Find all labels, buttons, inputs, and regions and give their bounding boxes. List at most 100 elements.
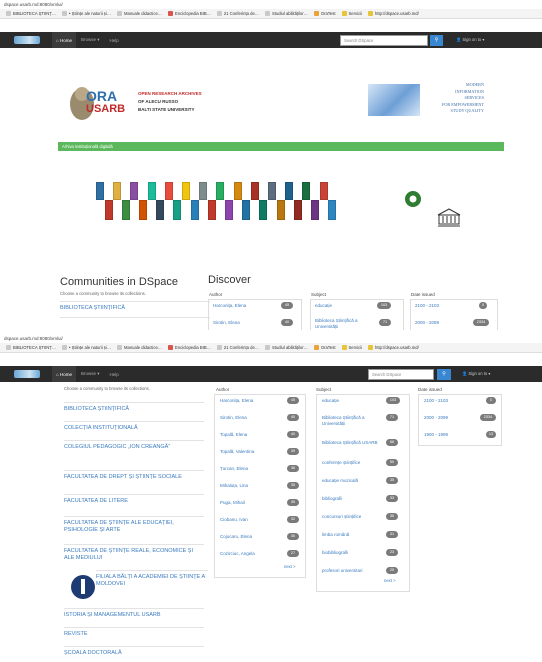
author-facet-item[interactable]: Cozirciuc, Angela [220,551,255,556]
subject-facet-item[interactable]: limba română [322,532,378,538]
community-item[interactable]: BIBLIOTECA ȘTIINȚIFICĂ [60,301,210,318]
bookmark-item[interactable]: OraTest [313,11,336,16]
community-item[interactable]: REVISTE [64,627,204,643]
author-facet-item[interactable]: Cojocaru, Elena [220,534,252,539]
date-facet-item[interactable]: 2100 - 2103 [415,303,439,308]
date-facet-item[interactable]: 2000 - 2099 [415,320,439,325]
author-count-badge: 30 [287,533,299,540]
author-facet-item[interactable]: Sirotin, Elena [213,320,240,325]
book-cover-image [293,200,302,220]
bookmark-item[interactable]: Manuale didactice… [117,345,162,350]
bookmark-item[interactable]: 21 Conferința de… [216,345,259,350]
folder-icon [167,11,173,16]
author-facet-item[interactable]: Harconița, Elena [220,398,253,403]
tempus-graphic [368,84,420,116]
nav-home[interactable]: ⌂ Home [52,366,76,382]
author-facet-item[interactable]: Puga, Mihail [220,500,245,505]
community-item[interactable]: ISTORIA ȘI MANAGEMENTUL USARB [64,608,204,624]
bookmark-item[interactable]: http://dspace.usarb.md/ [368,11,419,16]
subject-facet-item[interactable]: Biblioteca Științifică USARB [322,440,378,446]
date-facet-item[interactable]: 1900 - 1999 [424,432,448,437]
subject-more-link[interactable]: next > [384,578,396,583]
nav-home[interactable]: ⌂ Home [52,32,76,48]
author-facet-item[interactable]: Ciobanu, Ivan [220,517,248,522]
bookmark-item[interactable]: Manuale didactice… [117,11,162,16]
navbar-2: ⌂ Home Browse ▾ Help [0,366,542,382]
dspace-logo[interactable] [14,370,40,378]
ora-usarb-logo[interactable]: ORA USARB OPEN RESEARCH ARCHIVES OF ALEC… [66,82,216,126]
community-item[interactable]: COLEGIUL PEDAGOGIC „ION CREANGĂ” [64,440,204,468]
search-input[interactable]: Search DSpace [340,35,428,46]
bookmark-item[interactable]: Studiul abilităților… [264,11,308,16]
community-item[interactable]: BIBLIOTECA ȘTIINȚIFICĂ [64,402,204,418]
bookmark-item[interactable]: Servicii [341,345,362,350]
search-button[interactable]: ⚲ [430,35,443,46]
signin-link[interactable]: 👤 Sign on to ▾ [462,371,491,377]
bookmark-item[interactable]: http://dspace.usarb.md/ [368,345,419,350]
subject-facet-item[interactable]: profesori universitari [322,568,378,574]
author-more-link[interactable]: next > [284,564,296,569]
nav-browse[interactable]: Browse ▾ [76,371,105,377]
date-facet-item[interactable]: 2100 - 2103 [424,398,448,403]
subject-facet-item[interactable]: bibliografii [322,496,378,502]
bookmark-item[interactable]: Enciclopedia BIB… [167,345,211,350]
page-icon [62,345,68,350]
bookmark-item[interactable]: OraTest [313,345,336,350]
browser-url-bar[interactable]: dspace.usarb.md:8080/xmlui/ [0,0,542,9]
signin-link[interactable]: 👤 Sign on to ▾ [456,37,485,43]
nav-help[interactable]: Help [105,372,124,377]
author-facet-item[interactable]: Harconița, Elena [213,303,246,308]
bookmark-item[interactable]: Enciclopedia BIB… [167,11,211,16]
nav-browse[interactable]: Browse ▾ [76,37,105,43]
subject-facet-item[interactable]: concursuri științifice [322,514,378,520]
community-item[interactable]: FACULTATEA DE DREPT ȘI ȘTIINȚE SOCIALE [64,470,204,492]
bookmark-item[interactable]: BIBLIOTECA ȘTIINȚ… [6,345,56,350]
subject-facet-item[interactable]: educație muzicală [322,478,378,484]
book-cover-image [113,182,122,200]
date-facet-item[interactable]: 2000 - 2099 [424,415,448,420]
alert-banner: Arhiva instituțională digitală [58,142,504,151]
dspace-logo[interactable] [14,36,40,44]
subject-facet-item[interactable]: Biblioteca Științifică a Universității [315,318,371,330]
url-text-2: dspace.usarb.md:8080/xmlui/ [4,336,63,341]
search-input[interactable]: Search DSpace [368,369,434,380]
subject-facet-item[interactable]: Biblioteca Științifică a Universității [322,415,378,427]
building-icon [437,208,461,227]
date-count-badge: 0 [479,302,487,309]
subject-title-2: Subject [316,387,332,392]
author-facet-item[interactable]: Mihaluța, Lina [220,483,248,488]
bookmark-item[interactable]: Servicii [341,11,362,16]
author-facet-item[interactable]: Topală, Elena [220,432,247,437]
community-item[interactable]: ȘCOALA DOCTORALĂ [64,646,204,662]
author-title: Author [209,292,223,297]
subject-facet-item[interactable]: biobibliografii [322,550,378,556]
community-item[interactable]: FACULTATEA DE ȘTIINȚE ALE EDUCAȚIEI, PSI… [64,516,204,542]
logo-line: OF ALECU RUSSO [138,99,179,104]
community-item[interactable]: FACULTATEA DE LITERE [64,494,204,510]
author-facet-item[interactable]: Topală, Valentina [220,449,254,454]
community-item[interactable]: COLECȚIA INSTITUȚIONALĂ [64,421,204,437]
subject-facet-item[interactable]: educație [322,398,378,404]
author-facet-item[interactable]: Țurcan, Elena [220,466,248,471]
books-banner [96,180,344,224]
search-button[interactable]: ⚲ [437,369,451,380]
subject-facet-item[interactable]: conferințe științifice [322,460,378,466]
bookmark-item[interactable]: Studiul abilităților… [264,345,308,350]
bookmark-item[interactable]: 21 Conferința de… [216,11,259,16]
community-item[interactable]: FACULTATEA DE ȘTIINȚE REALE, ECONOMICE Ș… [64,544,204,570]
bookmark-item[interactable]: • Științe ale naturii și… [62,345,111,350]
nav-help[interactable]: Help [105,38,124,43]
bookmark-item[interactable]: • Științe ale naturii și… [62,11,111,16]
search-icon: ⚲ [434,37,439,43]
book-cover-image [147,182,156,200]
browser-url-bar-2[interactable]: dspace.usarb.md:8080/xmlui/ [0,334,542,343]
logo-ora: ORA [86,88,118,104]
author-facet-item[interactable]: Sirotin, Elena [220,415,247,420]
page-icon [368,345,373,350]
book-cover-image [276,200,285,220]
date-title: Date issued [411,292,435,297]
subject-facet-item[interactable]: educație [315,303,332,308]
folder-icon [167,345,173,350]
community-item[interactable]: FILIALA BĂLȚI A ACADEMIEI DE ȘTIINȚE A M… [96,570,208,604]
bookmark-item[interactable]: BIBLIOTECA ȘTIINȚ… [6,11,56,16]
